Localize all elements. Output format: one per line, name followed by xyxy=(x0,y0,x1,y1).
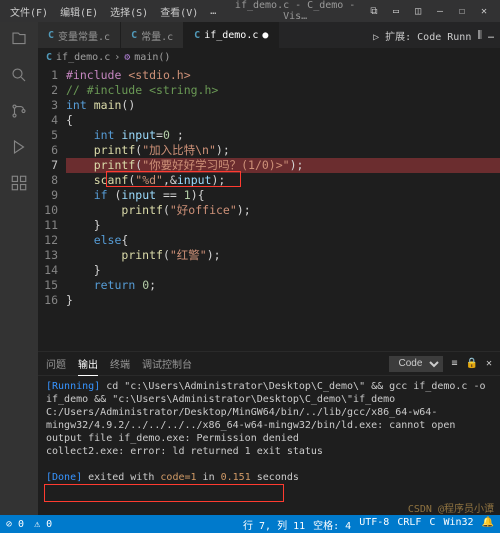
output-line: collect2.exe: error: ld returned 1 exit … xyxy=(46,445,492,458)
breadcrumb[interactable]: C if_demo.c › ⚙ main() xyxy=(38,48,500,66)
output-line: C:/Users/Administrator/Desktop/MinGW64/b… xyxy=(46,406,492,445)
highlight-box-done xyxy=(44,484,284,502)
elapsed-time: 0.151 xyxy=(221,472,251,483)
minimize-icon[interactable]: — xyxy=(434,6,446,17)
c-file-icon: C xyxy=(48,30,54,41)
done-label: [Done] xyxy=(46,472,82,483)
status-language[interactable]: C xyxy=(429,517,435,532)
function-icon: ⚙ xyxy=(124,52,130,63)
breadcrumb-file[interactable]: if_demo.c xyxy=(56,52,110,63)
more-icon[interactable]: … xyxy=(488,30,494,41)
sidebar-icon[interactable]: ◫ xyxy=(412,6,424,17)
output-line: exited with xyxy=(82,472,160,483)
menu-view[interactable]: 查看(V) xyxy=(154,4,204,19)
c-file-icon: C xyxy=(46,52,52,63)
panel-tab-problems[interactable]: 问题 xyxy=(46,352,66,375)
editor-tabs: C 变量常量.c C 常量.c C if_demo.c ● ▷ 扩展: Code… xyxy=(38,22,500,48)
status-cursor[interactable]: 行 7, 列 11 xyxy=(243,517,305,532)
code-line[interactable]: else{ xyxy=(66,233,500,248)
panel-tabs: 问题 输出 终端 调试控制台 Code ≡ 🔒 ✕ xyxy=(38,352,500,376)
tab-label: if_demo.c xyxy=(204,30,258,41)
code-line[interactable]: } xyxy=(66,263,500,278)
output-lock-icon[interactable]: 🔒 xyxy=(466,358,478,369)
panel-tab-output[interactable]: 输出 xyxy=(78,352,98,376)
status-eol[interactable]: CRLF xyxy=(397,517,421,532)
status-warnings[interactable]: ⚠ 0 xyxy=(34,519,52,530)
output-line: in xyxy=(197,472,221,483)
panel-tab-terminal[interactable]: 终端 xyxy=(110,352,130,375)
output-line: cd "c:\Users\Administrator\Desktop\C_dem… xyxy=(46,381,486,405)
split-editor-icon[interactable]: ⫼ xyxy=(477,30,482,41)
code-line[interactable]: #include <stdio.h> xyxy=(66,68,500,83)
code-line[interactable]: printf("你要好好学习吗？(1/0)>"); xyxy=(66,158,500,173)
output-content[interactable]: [Running] cd "c:\Users\Administrator\Des… xyxy=(38,376,500,515)
code-line[interactable]: if (input == 1){ xyxy=(66,188,500,203)
menu-edit[interactable]: 编辑(E) xyxy=(54,4,104,19)
extensions-icon[interactable] xyxy=(8,172,30,194)
menu-file[interactable]: 文件(F) xyxy=(4,4,54,19)
title-bar: 文件(F) 编辑(E) 选择(S) 查看(V) … if_demo.c - C_… xyxy=(0,0,500,22)
maximize-icon[interactable]: ☐ xyxy=(456,6,468,17)
output-line: seconds xyxy=(251,472,299,483)
tab-2[interactable]: C if_demo.c ● xyxy=(184,22,279,48)
code-line[interactable]: { xyxy=(66,113,500,128)
code-line[interactable]: int input=0 ; xyxy=(66,128,500,143)
menu-more[interactable]: … xyxy=(204,6,222,17)
run-debug-icon[interactable] xyxy=(8,136,30,158)
tab-label: 变量常量.c xyxy=(58,28,110,43)
output-channel-select[interactable]: Code xyxy=(389,356,443,372)
code-line[interactable]: } xyxy=(66,218,500,233)
run-code-button[interactable]: ▷ 扩展: Code Runn xyxy=(373,28,471,43)
code-line[interactable]: int main() xyxy=(66,98,500,113)
code-lines[interactable]: #include <stdio.h>// #include <string.h>… xyxy=(66,66,500,351)
activity-bar xyxy=(0,22,38,515)
code-line[interactable]: // #include <string.h> xyxy=(66,83,500,98)
status-bell-icon[interactable]: 🔔 xyxy=(482,517,494,532)
c-file-icon: C xyxy=(131,30,137,41)
status-errors[interactable]: ⊘ 0 xyxy=(6,519,24,530)
code-editor[interactable]: 12345678910111213141516 #include <stdio.… xyxy=(38,66,500,351)
code-line[interactable]: scanf("%d",&input); xyxy=(66,173,500,188)
layout-icon[interactable]: ⧉ xyxy=(368,6,380,17)
code-line[interactable]: printf("加入比特\n"); xyxy=(66,143,500,158)
tab-0[interactable]: C 变量常量.c xyxy=(38,22,121,48)
panel-close-icon[interactable]: ✕ xyxy=(486,358,492,369)
search-icon[interactable] xyxy=(8,64,30,86)
status-platform[interactable]: Win32 xyxy=(443,517,473,532)
dirty-dot-icon: ● xyxy=(262,30,268,41)
chevron-right-icon: › xyxy=(114,52,120,63)
running-label: [Running] xyxy=(46,381,100,392)
panel-tab-debug[interactable]: 调试控制台 xyxy=(142,352,192,375)
status-bar: ⊘ 0 ⚠ 0 行 7, 列 11 空格: 4 UTF-8 CRLF C Win… xyxy=(0,515,500,533)
source-control-icon[interactable] xyxy=(8,100,30,122)
window-title: if_demo.c - C_demo - Vis… xyxy=(222,0,368,22)
status-indent[interactable]: 空格: 4 xyxy=(313,517,351,532)
close-icon[interactable]: ✕ xyxy=(478,6,490,17)
code-line[interactable]: return 0; xyxy=(66,278,500,293)
menu-select[interactable]: 选择(S) xyxy=(104,4,154,19)
breadcrumb-symbol[interactable]: main() xyxy=(134,52,170,63)
code-line[interactable]: printf("红警"); xyxy=(66,248,500,263)
exit-code: code=1 xyxy=(160,472,196,483)
window-controls: ⧉ ▭ ◫ — ☐ ✕ xyxy=(368,6,496,17)
line-gutter: 12345678910111213141516 xyxy=(38,66,66,351)
code-line[interactable]: printf("好office"); xyxy=(66,203,500,218)
output-filter-icon[interactable]: ≡ xyxy=(451,358,457,369)
c-file-icon: C xyxy=(194,30,200,41)
code-line[interactable]: } xyxy=(66,293,500,308)
explorer-icon[interactable] xyxy=(8,28,30,50)
bottom-panel: 问题 输出 终端 调试控制台 Code ≡ 🔒 ✕ [Running] cd "… xyxy=(38,351,500,515)
tab-label: 常量.c xyxy=(141,28,173,43)
status-encoding[interactable]: UTF-8 xyxy=(359,517,389,532)
panel-icon[interactable]: ▭ xyxy=(390,6,402,17)
tab-1[interactable]: C 常量.c xyxy=(121,22,184,48)
